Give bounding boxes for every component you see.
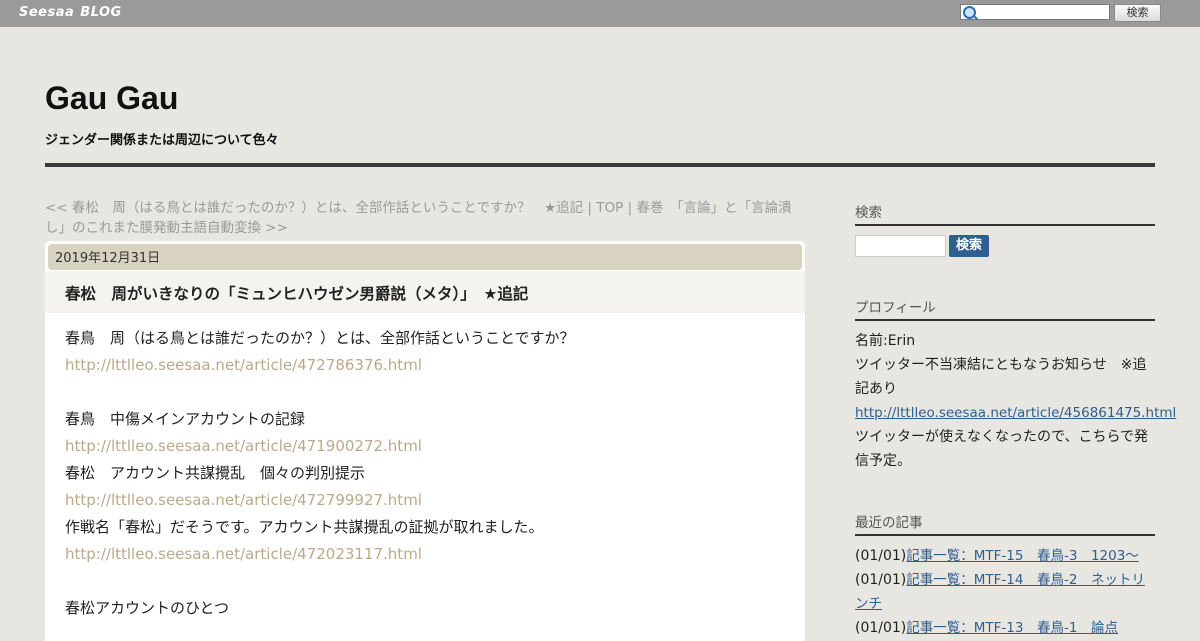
seesaa-blog-logo[interactable]: Seesaa BLOG [19, 5, 122, 20]
profile-text: ツイッター不当凍結にともなうお知らせ ※追 [855, 357, 1147, 373]
body-link[interactable]: http://lttlleo.seesaa.net/article/472786… [65, 352, 785, 379]
body-line: 春鳥 周（はる鳥とは誰だったのか？）とは、全部作話ということですか？ [65, 329, 575, 347]
top-search-button[interactable]: 検索 [1114, 4, 1161, 22]
top-link[interactable]: TOP [596, 200, 623, 216]
search-icon [963, 6, 976, 19]
recent-post-link[interactable]: 記事一覧：MTF-14 春鳥-2 ネットリ [906, 572, 1145, 588]
body-link[interactable]: http://lttlleo.seesaa.net/article/472799… [65, 487, 785, 514]
pager-separator: | [583, 200, 597, 216]
recent-posts-list: (01/01)記事一覧：MTF-15 春鳥-3 1203～ (01/01)記事一… [855, 544, 1155, 640]
recent-post-date: (01/01) [855, 548, 907, 564]
sidebar-search-heading: 検索 [855, 201, 1155, 226]
recent-post-item: ンチ [855, 592, 1155, 616]
article-title[interactable]: 春松 周がいきなりの「ミュンヒハウゼン男爵説（メタ）」 ★追記 [65, 282, 528, 304]
brand-blog: BLOG [80, 5, 122, 20]
recent-post-date: (01/01) [855, 572, 907, 588]
recent-posts-heading: 最近の記事 [855, 511, 1155, 536]
profile-text: 記あり [855, 381, 897, 397]
prev-article-link[interactable]: << 春松 周（はる鳥とは誰だったのか？）とは、全部作話ということですか？ ★追… [45, 200, 583, 216]
article: 2019年12月31日 春松 周がいきなりの「ミュンヒハウゼン男爵説（メタ）」 … [45, 241, 805, 641]
recent-post-link[interactable]: ンチ [855, 596, 882, 612]
article-title-bar: 春松 周がいきなりの「ミュンヒハウゼン男爵説（メタ）」 ★追記 [45, 271, 805, 313]
profile-text: ツイッターが使えなくなったので、こちらで発 [855, 429, 1149, 445]
top-search-input[interactable] [977, 5, 1107, 19]
recent-post-link[interactable]: 記事一覧：MTF-13 春鳥-1 論点 [906, 620, 1118, 636]
recent-post-item: (01/01)記事一覧：MTF-13 春鳥-1 論点 [855, 616, 1155, 640]
sidebar-search-button[interactable]: 検索 [949, 235, 989, 257]
body-line [65, 568, 785, 595]
profile-text: 信予定。 [855, 453, 911, 469]
sidebar-search-input[interactable] [855, 235, 946, 257]
body-line: 作戦名「春松」だそうです。アカウント共謀攪乱の証拠が取れました。 [65, 518, 544, 536]
body-line: 春松 アカウント共謀攪乱 個々の判別提示 [65, 464, 366, 482]
profile-link[interactable]: http://lttlleo.seesaa.net/article/456861… [855, 401, 1176, 425]
site-description: ジェンダー関係または周辺について色々 [45, 133, 279, 148]
article-body: 春鳥 周（はる鳥とは誰だったのか？）とは、全部作話ということですか？ http:… [65, 325, 785, 622]
body-line: 春鳥 中傷メインアカウントの記録 [65, 410, 306, 428]
recent-post-item: (01/01)記事一覧：MTF-14 春鳥-2 ネットリ [855, 568, 1155, 592]
brand-name: Seesaa [19, 5, 75, 20]
body-line: 春松アカウントのひとつ [65, 599, 229, 617]
profile-heading: プロフィール [855, 296, 1155, 321]
article-date: 2019年12月31日 [48, 244, 802, 270]
top-bar: Seesaa BLOG 検索 [0, 0, 1200, 27]
body-link[interactable]: http://lttlleo.seesaa.net/article/472023… [65, 541, 785, 568]
article-pager: << 春松 周（はる鳥とは誰だったのか？）とは、全部作話ということですか？ ★追… [45, 198, 805, 238]
site-title[interactable]: Gau Gau [45, 80, 178, 117]
body-line [65, 379, 785, 406]
recent-post-date: (01/01) [855, 620, 907, 636]
profile-name: 名前:Erin [855, 333, 916, 349]
recent-post-item: (01/01)記事一覧：MTF-15 春鳥-3 1203～ [855, 544, 1155, 568]
recent-post-link[interactable]: 記事一覧：MTF-15 春鳥-3 1203～ [906, 548, 1139, 564]
header-divider [45, 163, 1155, 167]
profile-content: 名前:Erin ツイッター不当凍結にともなうお知らせ ※追 記あり http:/… [855, 329, 1176, 473]
top-search-field[interactable] [960, 4, 1110, 20]
pager-separator: | [623, 200, 637, 216]
body-link[interactable]: http://lttlleo.seesaa.net/article/471900… [65, 433, 785, 460]
